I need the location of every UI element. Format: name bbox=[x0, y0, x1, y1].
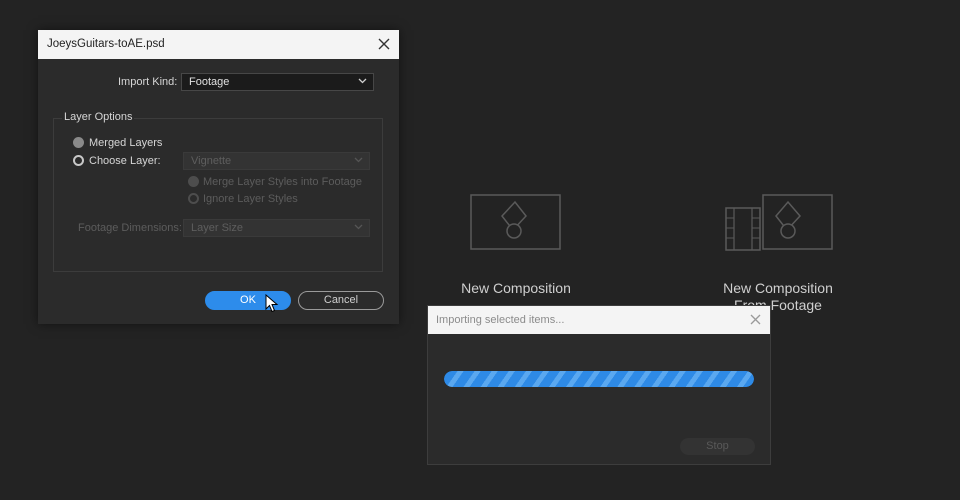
footage-dimensions-select[interactable]: Layer Size bbox=[183, 219, 370, 237]
merge-layer-styles-radio[interactable] bbox=[188, 176, 199, 187]
chevron-down-icon bbox=[354, 157, 363, 163]
mouse-cursor-icon bbox=[265, 294, 279, 313]
import-dialog: JoeysGuitars-toAE.psd Import Kind: Foota… bbox=[38, 30, 399, 324]
stop-button[interactable]: Stop bbox=[680, 438, 755, 455]
layer-options-title: Layer Options bbox=[62, 111, 135, 123]
progress-dialog-title: Importing selected items... bbox=[436, 314, 565, 326]
importing-progress-dialog: Importing selected items... Stop bbox=[427, 305, 771, 465]
footage-dimensions-value: Layer Size bbox=[191, 222, 243, 234]
close-icon[interactable] bbox=[378, 38, 390, 50]
choose-layer-select[interactable]: Vignette bbox=[183, 152, 370, 170]
import-dialog-title: JoeysGuitars-toAE.psd bbox=[47, 38, 165, 50]
footage-dimensions-label: Footage Dimensions: bbox=[78, 222, 182, 234]
ignore-layer-styles-radio[interactable] bbox=[188, 193, 199, 204]
merged-layers-radio[interactable] bbox=[73, 137, 84, 148]
new-composition-icon[interactable] bbox=[470, 194, 562, 252]
new-composition-label[interactable]: New Composition bbox=[452, 280, 580, 297]
merge-layer-styles-label[interactable]: Merge Layer Styles into Footage bbox=[203, 176, 362, 188]
import-kind-select[interactable]: Footage bbox=[181, 73, 374, 91]
choose-layer-value: Vignette bbox=[191, 155, 232, 167]
chevron-down-icon bbox=[358, 78, 367, 84]
import-kind-value: Footage bbox=[189, 76, 230, 88]
choose-layer-label[interactable]: Choose Layer: bbox=[89, 155, 161, 167]
new-composition-from-footage-icon[interactable] bbox=[724, 194, 834, 252]
progress-dialog-titlebar[interactable]: Importing selected items... bbox=[428, 306, 770, 334]
import-dialog-titlebar[interactable]: JoeysGuitars-toAE.psd bbox=[38, 30, 399, 59]
new-comp-from-footage-line1: New Composition bbox=[723, 280, 833, 296]
chevron-down-icon bbox=[354, 224, 363, 230]
cancel-button[interactable]: Cancel bbox=[298, 291, 384, 310]
choose-layer-radio[interactable] bbox=[73, 155, 84, 166]
import-kind-label: Import Kind: bbox=[118, 76, 178, 88]
ignore-layer-styles-label[interactable]: Ignore Layer Styles bbox=[203, 193, 298, 205]
progress-bar-fill bbox=[444, 371, 754, 387]
progress-bar bbox=[444, 371, 754, 387]
merged-layers-label[interactable]: Merged Layers bbox=[89, 137, 162, 149]
close-icon[interactable] bbox=[750, 314, 761, 325]
